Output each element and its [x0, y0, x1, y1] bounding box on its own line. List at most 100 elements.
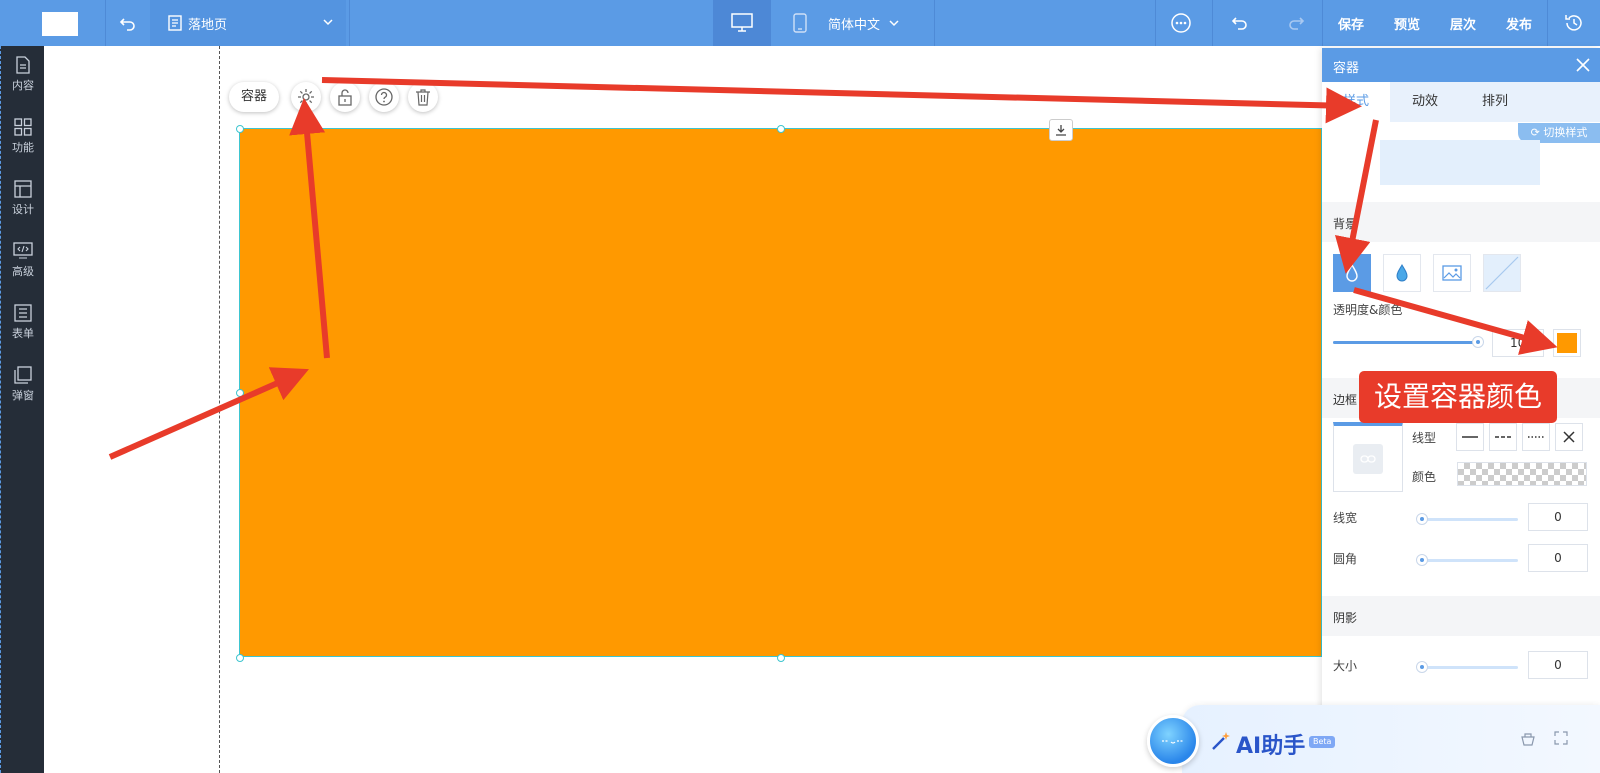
shadow-size-label: 大小 — [1333, 659, 1358, 673]
tab-animation[interactable]: 动效 — [1390, 82, 1460, 122]
element-type-tag[interactable]: 容器 — [229, 82, 280, 112]
tab-style[interactable]: 样式 — [1322, 82, 1390, 122]
resize-handle[interactable] — [236, 125, 244, 133]
dotted-line-button[interactable] — [1522, 423, 1550, 451]
background-none-button[interactable] — [1483, 254, 1521, 292]
shadow-size-slider-handle[interactable] — [1416, 661, 1428, 673]
corner-radius-slider-handle[interactable] — [1416, 554, 1428, 566]
resize-handle[interactable] — [777, 654, 785, 662]
tab-arrange[interactable]: 排列 — [1460, 82, 1530, 122]
settings-button[interactable] — [291, 82, 321, 112]
selected-container[interactable] — [239, 128, 1322, 657]
shadow-size-slider[interactable] — [1416, 661, 1518, 673]
background-image-button[interactable] — [1433, 254, 1471, 292]
delete-button[interactable] — [408, 82, 438, 112]
preview-button[interactable]: 预览 — [1379, 0, 1435, 46]
help-button[interactable] — [369, 82, 399, 112]
left-sidebar: 内容 功能 设计 高级 表单 弹窗 — [0, 46, 44, 773]
sidebar-item-form[interactable]: 表单 — [1, 304, 45, 354]
save-button[interactable]: 保存 — [1323, 0, 1379, 46]
dotted-line-icon — [1528, 435, 1544, 439]
mobile-view-button[interactable] — [771, 0, 829, 46]
beta-badge: Beta — [1309, 736, 1336, 748]
magic-wand-icon — [1210, 730, 1232, 752]
history-icon[interactable] — [1561, 10, 1587, 36]
phone-icon — [793, 13, 807, 33]
sidebar-item-label: 弹窗 — [12, 389, 34, 402]
divider — [349, 0, 350, 46]
image-icon — [1442, 265, 1462, 281]
shadow-size-input[interactable]: 0 — [1528, 651, 1588, 679]
more-icon[interactable] — [1168, 10, 1194, 36]
file-icon — [14, 56, 32, 74]
clear-icon[interactable] — [1520, 731, 1536, 747]
language-selector[interactable]: 简体中文 — [828, 0, 900, 46]
sidebar-item-content[interactable]: 内容 — [1, 56, 45, 106]
sidebar-item-label: 功能 — [12, 141, 34, 154]
sidebar-item-advanced[interactable]: 高级 — [1, 242, 45, 292]
sidebar-item-design[interactable]: 设计 — [1, 180, 45, 230]
no-border-button[interactable] — [1555, 423, 1583, 451]
slash-icon — [1484, 255, 1520, 291]
code-monitor-icon — [13, 242, 33, 260]
panel-header: 容器 — [1322, 48, 1600, 82]
link-icon[interactable] — [1353, 443, 1383, 474]
opacity-slider-handle[interactable] — [1472, 336, 1484, 348]
dashed-line-icon — [1495, 435, 1511, 439]
resize-handle[interactable] — [236, 654, 244, 662]
solid-line-button[interactable] — [1456, 423, 1484, 451]
corner-radius-slider[interactable] — [1416, 554, 1518, 566]
ai-assistant-orb[interactable] — [1147, 715, 1199, 767]
annotation-callout: 设置容器颜色 — [1359, 371, 1557, 423]
section-title: 背景 — [1333, 217, 1358, 231]
panel-title: 容器 — [1333, 61, 1360, 76]
sidebar-item-popup[interactable]: 弹窗 — [1, 366, 45, 416]
publish-button[interactable]: 发布 — [1491, 0, 1547, 46]
trash-icon — [415, 88, 431, 106]
shadow-section-header: 阴影 — [1322, 596, 1600, 636]
border-color-picker[interactable] — [1457, 462, 1587, 486]
canvas-guide-line — [219, 46, 220, 773]
expand-icon[interactable] — [1554, 731, 1568, 745]
solid-line-icon — [1462, 435, 1478, 439]
corner-radius-input[interactable]: 0 — [1528, 544, 1588, 572]
divider — [1547, 0, 1548, 46]
ai-helper-label: AI助手 — [1236, 734, 1306, 759]
refresh-icon: ⟳ — [1530, 126, 1540, 139]
desktop-view-button[interactable] — [713, 0, 771, 46]
gradient-drop-icon — [1394, 263, 1410, 283]
resize-handle[interactable] — [236, 389, 244, 397]
border-width-label: 线宽 — [1333, 511, 1358, 525]
lock-button[interactable] — [330, 82, 360, 112]
undo-icon[interactable] — [1227, 10, 1253, 36]
border-width-slider-handle[interactable] — [1416, 513, 1428, 525]
opacity-slider[interactable] — [1333, 336, 1484, 348]
border-width-slider[interactable] — [1416, 513, 1518, 525]
sidebar-item-label: 表单 — [12, 327, 34, 340]
close-icon[interactable] — [1575, 57, 1591, 73]
background-gradient-button[interactable] — [1383, 254, 1421, 292]
language-label: 简体中文 — [828, 17, 881, 33]
layers-button[interactable]: 层次 — [1435, 0, 1491, 46]
grid-icon — [14, 118, 32, 136]
chevron-down-icon — [888, 17, 900, 29]
sidebar-item-functions[interactable]: 功能 — [1, 118, 45, 168]
divider — [1155, 0, 1156, 46]
logo[interactable] — [42, 12, 78, 36]
close-icon — [1563, 431, 1575, 443]
swatch-color — [1557, 333, 1577, 353]
gear-icon — [297, 88, 315, 106]
background-color-swatch[interactable] — [1553, 329, 1581, 357]
page-selector[interactable]: 落地页 — [150, 0, 346, 46]
sidebar-item-label: 高级 — [12, 265, 34, 278]
question-icon — [375, 88, 393, 106]
background-color-button[interactable] — [1333, 254, 1371, 292]
dashed-line-button[interactable] — [1489, 423, 1517, 451]
undo-icon[interactable] — [115, 10, 141, 36]
redo-icon[interactable] — [1283, 10, 1309, 36]
opacity-input[interactable]: 100% — [1492, 329, 1544, 357]
resize-handle[interactable] — [777, 125, 785, 133]
border-width-input[interactable]: 0 — [1528, 503, 1588, 531]
download-button[interactable] — [1049, 119, 1073, 141]
section-title: 边框 — [1333, 393, 1358, 407]
